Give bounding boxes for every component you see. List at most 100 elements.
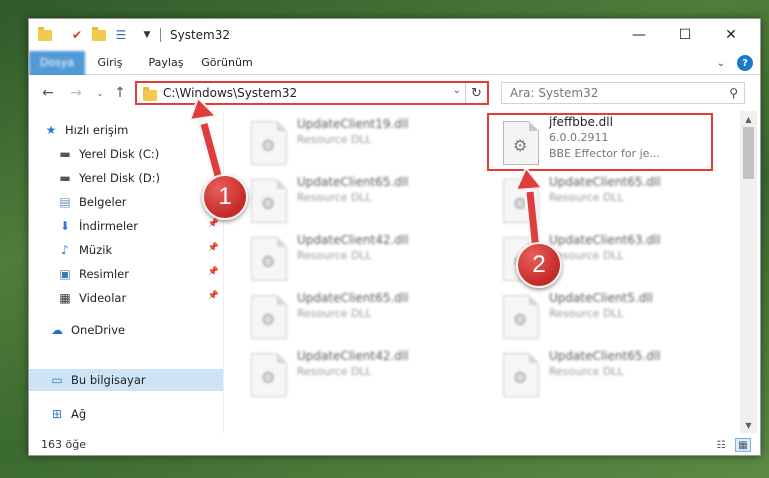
file-description: Resource DLL xyxy=(549,191,624,204)
address-dropdown-icon[interactable]: ⌄ xyxy=(453,85,461,96)
tab-home[interactable]: Giriş xyxy=(89,51,131,75)
sidebar-item-documents[interactable]: ▤ Belgeler xyxy=(29,191,223,213)
scroll-down-icon[interactable]: ▼ xyxy=(740,417,757,433)
sidebar-item-network[interactable]: ⊞ Ağ xyxy=(29,403,223,425)
file-description: Resource DLL xyxy=(549,307,624,320)
quick-access-dropdown-icon[interactable]: ▼ xyxy=(141,27,153,43)
computer-icon: ▭ xyxy=(51,373,63,387)
sidebar-item-label: OneDrive xyxy=(71,323,126,337)
large-icons-view-icon[interactable]: ▦ xyxy=(735,438,751,452)
title-separator xyxy=(160,28,161,42)
dll-file-icon: ⚙ xyxy=(503,121,539,165)
scroll-up-icon[interactable]: ▲ xyxy=(740,111,757,127)
recent-locations-icon[interactable]: ⌄ xyxy=(91,84,109,102)
properties-icon[interactable]: ✔ xyxy=(69,27,85,43)
ribbon-expand-icon[interactable]: ⌄ xyxy=(713,55,729,71)
explorer-window: ✔ ☰ ▼ System32 — ☐ ✕ Dosya Giriş Paylaş … xyxy=(28,18,761,456)
navigation-pane: ★ Hızlı erişim ▬ Yerel Disk (C:) ▬ Yerel… xyxy=(29,111,223,433)
item-count: 163 öğe xyxy=(41,438,86,451)
tab-share[interactable]: Paylaş xyxy=(141,51,191,75)
close-button[interactable]: ✕ xyxy=(708,19,754,51)
step-1-badge: 1 xyxy=(202,174,248,220)
search-input[interactable]: Ara: System32 ⚲ xyxy=(501,82,745,104)
sidebar-item-music[interactable]: ♪ Müzik 📌 xyxy=(29,239,223,261)
sidebar-item-label: Müzik xyxy=(79,243,113,257)
sidebar-item-this-pc[interactable]: ▭ Bu bilgisayar xyxy=(29,369,223,391)
sidebar-item-local-disk-c[interactable]: ▬ Yerel Disk (C:) xyxy=(29,143,223,165)
file-name: UpdateClient63.dll xyxy=(549,233,661,247)
forward-button[interactable]: → xyxy=(67,84,85,102)
file-item[interactable]: ⚙ UpdateClient65.dll Resource DLL xyxy=(491,173,721,231)
music-icon: ♪ xyxy=(61,243,69,257)
pin-icon[interactable]: 📌 xyxy=(208,291,219,301)
dll-file-icon: ⚙ xyxy=(251,353,287,397)
pin-icon[interactable]: 📌 xyxy=(208,267,219,277)
back-button[interactable]: ← xyxy=(39,84,57,102)
sidebar-item-label: İndirmeler xyxy=(79,219,138,233)
drive-icon: ▬ xyxy=(59,171,71,185)
file-list: ⚙ UpdateClient19.dll Resource DLL ⚙ Upda… xyxy=(225,111,740,433)
sidebar-item-onedrive[interactable]: ☁ OneDrive xyxy=(29,319,223,341)
sidebar-item-videos[interactable]: ▦ Videolar 📌 xyxy=(29,287,223,309)
sidebar-item-local-disk-d[interactable]: ▬ Yerel Disk (D:) xyxy=(29,167,223,189)
new-folder-icon[interactable] xyxy=(91,26,107,43)
address-path: C:\Windows\System32 xyxy=(163,86,298,100)
navigation-bar: ← → ⌄ ↑ C:\Windows\System32 ⌄ ↻ Ara: Sys… xyxy=(29,75,760,111)
folder-icon xyxy=(37,26,53,43)
file-description: Resource DLL xyxy=(297,191,372,204)
sidebar-item-label: Hızlı erişim xyxy=(65,123,129,137)
pane-divider xyxy=(223,111,224,433)
file-name: UpdateClient5.dll xyxy=(549,291,653,305)
help-icon[interactable]: ? xyxy=(737,55,753,71)
tab-view[interactable]: Görünüm xyxy=(197,51,257,75)
sidebar-item-pictures[interactable]: ▣ Resimler 📌 xyxy=(29,263,223,285)
address-folder-icon xyxy=(143,87,157,101)
file-item[interactable]: ⚙ UpdateClient65.dll Resource DLL xyxy=(239,173,469,231)
document-icon: ▤ xyxy=(59,195,71,209)
file-name: UpdateClient65.dll xyxy=(549,175,661,189)
dll-file-icon: ⚙ xyxy=(503,295,539,339)
file-version: 6.0.0.2911 xyxy=(549,131,609,144)
cloud-icon: ☁ xyxy=(51,323,63,337)
customize-icon[interactable]: ☰ xyxy=(113,27,129,43)
sidebar-item-downloads[interactable]: ⬇ İndirmeler 📌 xyxy=(29,215,223,237)
star-icon: ★ xyxy=(45,123,57,137)
sidebar-item-label: Yerel Disk (C:) xyxy=(79,147,160,161)
file-description: Resource DLL xyxy=(297,307,372,320)
pin-icon[interactable]: 📌 xyxy=(208,219,219,229)
file-name: UpdateClient65.dll xyxy=(297,291,409,305)
search-icon[interactable]: ⚲ xyxy=(729,86,738,100)
file-item[interactable]: ⚙ UpdateClient65.dll Resource DLL xyxy=(491,347,721,405)
file-description: Resource DLL xyxy=(297,365,372,378)
file-item[interactable]: ⚙ UpdateClient65.dll Resource DLL xyxy=(239,289,469,347)
minimize-button[interactable]: — xyxy=(616,19,662,51)
pin-icon[interactable]: 📌 xyxy=(208,243,219,253)
file-name: UpdateClient42.dll xyxy=(297,349,409,363)
file-item[interactable]: ⚙ UpdateClient19.dll Resource DLL xyxy=(239,115,469,173)
sidebar-item-label: Belgeler xyxy=(79,195,127,209)
address-bar[interactable]: C:\Windows\System32 ⌄ ↻ xyxy=(135,81,489,105)
file-name: jfeffbbe.dll xyxy=(549,115,613,129)
file-item[interactable]: ⚙ UpdateClient42.dll Resource DLL xyxy=(239,347,469,405)
maximize-button[interactable]: ☐ xyxy=(662,19,708,51)
drive-icon: ▬ xyxy=(59,147,71,161)
title-bar: ✔ ☰ ▼ System32 — ☐ ✕ xyxy=(29,19,760,51)
search-placeholder: Ara: System32 xyxy=(510,86,599,100)
sidebar-item-label: Resimler xyxy=(79,267,129,281)
refresh-icon[interactable]: ↻ xyxy=(465,83,487,103)
file-description: BBE Effector for je... xyxy=(549,147,660,160)
file-name: UpdateClient65.dll xyxy=(549,349,661,363)
vertical-scrollbar[interactable]: ▲ ▼ xyxy=(740,111,757,433)
sidebar-item-label: Bu bilgisayar xyxy=(71,373,146,387)
sidebar-item-label: Videolar xyxy=(79,291,127,305)
details-view-icon[interactable]: ☷ xyxy=(713,438,729,452)
file-description: Resource DLL xyxy=(549,365,624,378)
scrollbar-thumb[interactable] xyxy=(743,127,754,179)
sidebar-item-label: Ağ xyxy=(71,407,87,421)
network-icon: ⊞ xyxy=(51,407,63,421)
file-item[interactable]: ⚙ UpdateClient5.dll Resource DLL xyxy=(491,289,721,347)
sidebar-item-quick-access[interactable]: ★ Hızlı erişim xyxy=(29,119,223,141)
up-button[interactable]: ↑ xyxy=(111,84,129,102)
file-item[interactable]: ⚙ UpdateClient42.dll Resource DLL xyxy=(239,231,469,289)
file-item-highlighted[interactable]: ⚙ jfeffbbe.dll 6.0.0.2911 BBE Effector f… xyxy=(491,115,721,173)
